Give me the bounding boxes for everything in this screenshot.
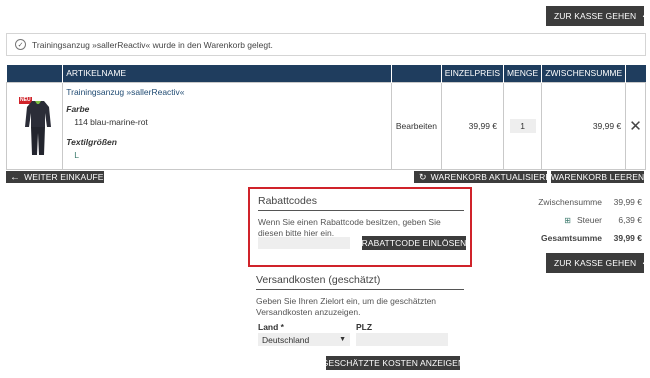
refresh-icon: ↻ bbox=[419, 171, 427, 182]
shipping-text: Geben Sie Ihren Zielort ein, um die gesc… bbox=[256, 296, 437, 317]
header-article: ARTIKELNAME bbox=[62, 65, 393, 82]
product-image-cell: NEU bbox=[5, 81, 64, 170]
empty-cart-label: WARENKORB LEEREN bbox=[550, 172, 645, 182]
edit-link[interactable]: Bearbeiten bbox=[396, 121, 437, 131]
arrow-right-icon: ➜ bbox=[642, 9, 650, 23]
country-select-value: Deutschland bbox=[262, 334, 310, 345]
tax-row: ⊞ Steuer 6,39 € bbox=[520, 215, 642, 225]
product-image[interactable] bbox=[23, 97, 53, 157]
arrow-right-icon: ➜ bbox=[642, 256, 650, 270]
coupon-code-input[interactable] bbox=[258, 237, 350, 249]
estimate-shipping-button[interactable]: GESCHÄTZTE KOSTEN ANZEIGEN bbox=[322, 356, 464, 370]
cart-table: ARTIKELNAME EINZELPREIS MENGE ZWISCHENSU… bbox=[5, 65, 646, 170]
update-cart-label: WARENKORB AKTUALISIEREN bbox=[430, 172, 558, 182]
continue-shopping-button[interactable]: ← WEITER EINKAUFEN bbox=[6, 171, 110, 183]
header-subtotal: ZWISCHENSUMME bbox=[541, 65, 627, 82]
redeem-coupon-button[interactable]: RABATTCODE EINLÖSEN bbox=[362, 236, 466, 250]
header-quantity: MENGE bbox=[503, 65, 543, 82]
totals-section: Zwischensumme 39,99 € ⊞ Steuer 6,39 € Ge… bbox=[520, 197, 642, 243]
update-cart-button[interactable]: ↻ WARENKORB AKTUALISIEREN bbox=[414, 171, 557, 183]
estimate-shipping-label: GESCHÄTZTE KOSTEN ANZEIGEN bbox=[321, 358, 465, 368]
size-label: Textilgrößen bbox=[66, 136, 117, 147]
edit-cell: Bearbeiten bbox=[391, 81, 442, 170]
cart-notice-text: Trainingsanzug »sallerReactiv« wurde in … bbox=[32, 39, 273, 50]
product-name-link[interactable]: Trainingsanzug »sallerReactiv« bbox=[66, 87, 388, 97]
header-edit bbox=[391, 65, 442, 82]
expand-tax-icon[interactable]: ⊞ bbox=[564, 216, 571, 225]
subtotal-value: 39,99 € bbox=[613, 197, 642, 207]
coupon-title: Rabattcodes bbox=[258, 195, 464, 211]
cart-notice: ✓ Trainingsanzug »sallerReactiv« wurde i… bbox=[6, 33, 646, 56]
total-row: Gesamtsumme 39,99 € bbox=[520, 233, 642, 243]
tax-value: 6,39 € bbox=[618, 215, 642, 225]
continue-shopping-label: WEITER EINKAUFEN bbox=[24, 172, 110, 182]
zip-input[interactable] bbox=[356, 333, 448, 346]
info-icon: ✓ bbox=[15, 39, 26, 50]
color-label: Farbe bbox=[66, 103, 90, 114]
quantity-input[interactable]: 1 bbox=[509, 118, 536, 133]
header-remove bbox=[625, 65, 646, 82]
zip-label: PLZ bbox=[356, 322, 373, 332]
checkout-button-top[interactable]: ZUR KASSE GEHEN ➜ bbox=[546, 6, 650, 26]
checkout-button-label: ZUR KASSE GEHEN bbox=[554, 11, 637, 21]
shipping-title: Versandkosten (geschätzt) bbox=[256, 274, 464, 290]
coupon-section: Rabattcodes Wenn Sie einen Rabattcode be… bbox=[248, 187, 472, 267]
quantity-cell: 1 bbox=[503, 81, 543, 170]
subtotal-row: Zwischensumme 39,99 € bbox=[520, 197, 642, 207]
empty-cart-button[interactable]: WARENKORB LEEREN bbox=[551, 171, 644, 183]
arrow-left-icon: ← bbox=[10, 171, 21, 183]
size-value: L bbox=[74, 149, 79, 160]
checkout-button-bottom-label: ZUR KASSE GEHEN bbox=[554, 258, 637, 268]
total-label: Gesamtsumme bbox=[541, 233, 602, 243]
country-select[interactable]: Deutschland ▼ bbox=[258, 333, 350, 346]
total-value: 39,99 € bbox=[613, 233, 642, 243]
tax-label: Steuer bbox=[576, 215, 602, 225]
shipping-section: Versandkosten (geschätzt) Geben Sie Ihre… bbox=[256, 274, 464, 374]
remove-cell: ✕ bbox=[625, 81, 646, 170]
row-subtotal: 39,99 € bbox=[541, 81, 627, 170]
remove-icon[interactable]: ✕ bbox=[629, 118, 642, 135]
header-unit-price: EINZELPREIS bbox=[441, 65, 505, 82]
country-label: Land * bbox=[258, 322, 284, 332]
subtotal-label: Zwischensumme bbox=[538, 197, 602, 207]
redeem-coupon-label: RABATTCODE EINLÖSEN bbox=[361, 238, 467, 248]
checkout-button-bottom[interactable]: ZUR KASSE GEHEN ➜ bbox=[546, 253, 650, 273]
product-info-cell: Trainingsanzug »sallerReactiv« Farbe 114… bbox=[62, 81, 393, 170]
color-value: 114 blau-marine-rot bbox=[74, 116, 148, 127]
table-header-row: ARTIKELNAME EINZELPREIS MENGE ZWISCHENSU… bbox=[6, 65, 646, 82]
table-row: NEU Trainingsanzug »sallerReactiv« Farbe… bbox=[5, 81, 646, 170]
unit-price: 39,99 € bbox=[440, 81, 505, 170]
header-image bbox=[6, 65, 64, 82]
dropdown-arrow-icon: ▼ bbox=[339, 336, 346, 343]
